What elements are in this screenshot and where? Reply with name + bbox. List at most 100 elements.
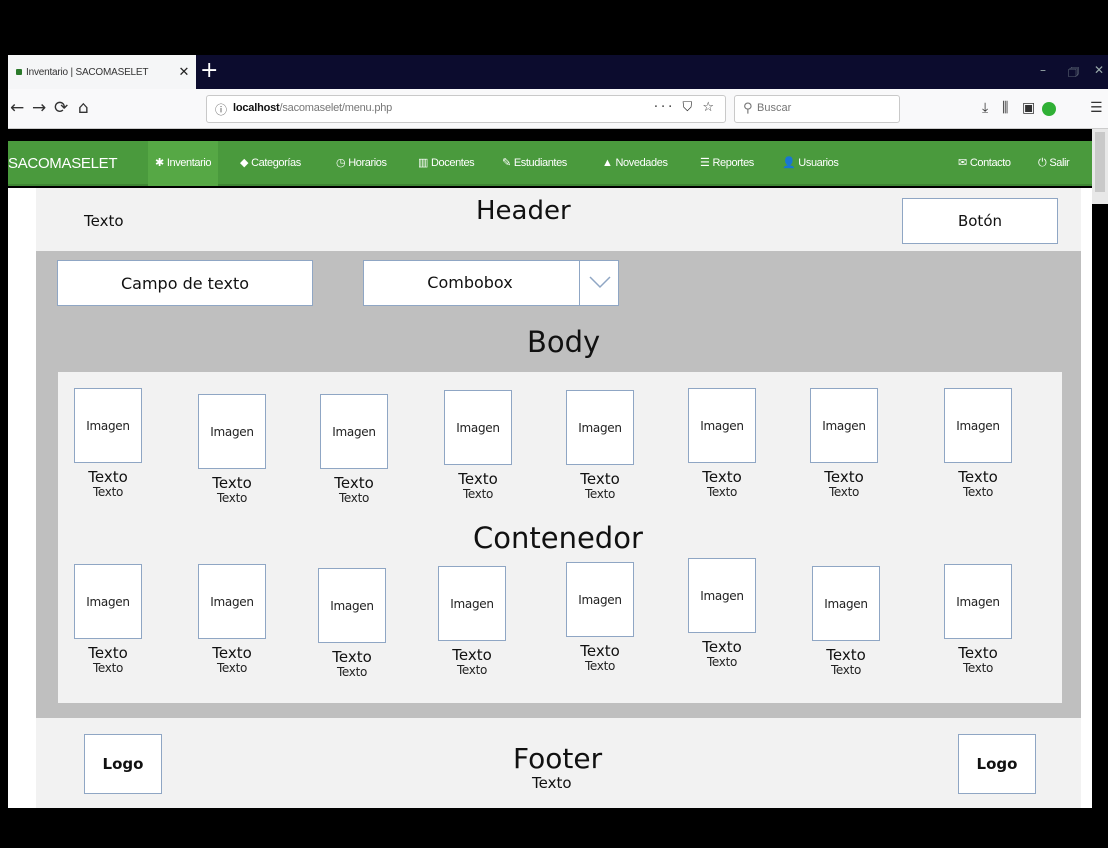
card-image: Imagen (198, 394, 266, 469)
card-subtitle: Texto (706, 485, 738, 499)
search-input[interactable] (757, 102, 887, 114)
forward-icon[interactable]: → (32, 97, 46, 119)
card-subtitle: Texto (92, 485, 124, 499)
nav-item-usuarios[interactable]: 👤 Usuarios (782, 141, 839, 186)
card-subtitle: Texto (828, 485, 860, 499)
card[interactable]: Imagen Texto Texto (812, 566, 892, 677)
card[interactable]: Imagen Texto Texto (688, 558, 768, 669)
card[interactable]: Imagen Texto Texto (444, 390, 524, 501)
footer-title: Footer (513, 742, 603, 775)
nav-item-categorias[interactable]: ◆ Categorías (240, 141, 301, 186)
card-image: Imagen (688, 558, 756, 633)
clock-icon: ◷ (336, 157, 346, 169)
browser-tab[interactable]: Inventario | SACOMASELET ✕ (8, 55, 196, 89)
minimize-icon[interactable]: – (1040, 63, 1046, 77)
shield-icon[interactable] (1042, 102, 1056, 116)
card-title: Texto (824, 468, 864, 486)
text-field[interactable] (57, 260, 313, 306)
card[interactable]: Imagen Texto Texto (566, 390, 646, 501)
browser-tab-bar: Inventario | SACOMASELET ✕ + – 🗇 ✕ (8, 55, 1108, 89)
card-title: Texto (702, 468, 742, 486)
close-window-icon[interactable]: ✕ (1094, 63, 1104, 77)
card[interactable]: Imagen Texto Texto (810, 388, 890, 499)
card-image: Imagen (74, 564, 142, 639)
card-title: Texto (212, 644, 252, 662)
body-section: Combobox Body Contenedor Imagen Texto Te… (36, 251, 1081, 718)
envelope-icon: ✉ (958, 157, 967, 169)
new-tab-button[interactable]: + (200, 57, 218, 85)
columns-icon: ▥ (418, 157, 428, 169)
card-title: Texto (958, 644, 998, 662)
home-icon[interactable]: ⌂ (78, 97, 89, 119)
pencil-icon: ✎ (502, 157, 511, 169)
card-image: Imagen (318, 568, 386, 643)
header-title: Header (476, 196, 571, 226)
card-subtitle: Texto (584, 659, 616, 673)
card-subtitle: Texto (92, 661, 124, 675)
card[interactable]: Imagen Texto Texto (944, 388, 1024, 499)
restore-icon[interactable]: 🗇 (1068, 63, 1079, 84)
list-icon: ☰ (700, 157, 710, 169)
container-title: Contenedor (473, 521, 643, 555)
card[interactable]: Imagen Texto Texto (198, 564, 278, 675)
card-image: Imagen (566, 390, 634, 465)
alert-icon: ▲ (602, 157, 613, 169)
nav-item-salir[interactable]: ⏻ Salir (1038, 141, 1070, 186)
info-icon[interactable]: ⓘ (215, 101, 227, 118)
nav-item-contacto[interactable]: ✉ Contacto (958, 141, 1011, 186)
back-icon[interactable]: ← (10, 97, 24, 119)
header-button[interactable]: Botón (902, 198, 1058, 244)
card-image: Imagen (688, 388, 756, 463)
card[interactable]: Imagen Texto Texto (198, 394, 278, 505)
combobox[interactable]: Combobox (363, 260, 619, 306)
downloads-icon[interactable]: ⤓ (982, 99, 988, 117)
card-image: Imagen (812, 566, 880, 641)
card[interactable]: Imagen Texto Texto (438, 566, 518, 677)
nav-item-horarios[interactable]: ◷ Horarios (336, 141, 387, 186)
card-image: Imagen (566, 562, 634, 637)
card-image: Imagen (810, 388, 878, 463)
reload-icon[interactable]: ⟳ (54, 97, 68, 119)
chevron-down-icon (589, 276, 611, 289)
card[interactable]: Imagen Texto Texto (74, 388, 154, 499)
site-navbar: SACOMASELET ✱ Inventario ◆ Categorías ◷ Hor… (8, 141, 1092, 186)
nav-item-estudiantes[interactable]: ✎ Estudiantes (502, 141, 567, 186)
user-icon: 👤 (782, 157, 796, 169)
footer-section: Logo Footer Texto Logo (36, 718, 1081, 808)
header-text: Texto (84, 212, 124, 230)
url-bar[interactable]: ⓘ localhost/sacomaselet/menu.php ··· ⛉ ☆ (206, 95, 726, 123)
card[interactable]: Imagen Texto Texto (688, 388, 768, 499)
nav-item-inventario[interactable]: ✱ Inventario (148, 141, 219, 186)
card[interactable]: Imagen Texto Texto (74, 564, 154, 675)
card[interactable]: Imagen Texto Texto (944, 564, 1024, 675)
site-brand[interactable]: SACOMASELET (8, 141, 118, 186)
card-subtitle: Texto (456, 663, 488, 677)
card[interactable]: Imagen Texto Texto (320, 394, 400, 505)
card-image: Imagen (438, 566, 506, 641)
tab-close-icon[interactable]: ✕ (172, 64, 196, 80)
card-title: Texto (826, 646, 866, 664)
library-icon[interactable]: ⫼ (1002, 99, 1008, 117)
sidebar-icon[interactable]: ▣ (1022, 99, 1035, 117)
search-bar[interactable]: ⚲ (734, 95, 900, 123)
scrollbar-thumb[interactable] (1095, 132, 1105, 192)
combobox-arrow[interactable] (579, 261, 618, 305)
nav-item-reportes[interactable]: ☰ Reportes (700, 141, 754, 186)
card-title: Texto (702, 638, 742, 656)
card-subtitle: Texto (706, 655, 738, 669)
nav-item-docentes[interactable]: ▥ Docentes (418, 141, 475, 186)
nav-item-novedades[interactable]: ▲ Novedades (602, 141, 668, 186)
card[interactable]: Imagen Texto Texto (566, 562, 646, 673)
page-actions-icons[interactable]: ··· ⛉ ☆ (654, 100, 717, 115)
page-scrollbar[interactable] (1092, 129, 1108, 204)
card-subtitle: Texto (338, 491, 370, 505)
footer-logo-left: Logo (84, 734, 162, 794)
header-section: Texto Header Botón (36, 188, 1081, 251)
footer-text: Texto (532, 774, 572, 792)
menu-icon[interactable]: ☰ (1090, 99, 1103, 117)
favicon-icon (16, 69, 22, 75)
card[interactable]: Imagen Texto Texto (318, 568, 398, 679)
card-image: Imagen (198, 564, 266, 639)
card-title: Texto (452, 646, 492, 664)
card-title: Texto (212, 474, 252, 492)
